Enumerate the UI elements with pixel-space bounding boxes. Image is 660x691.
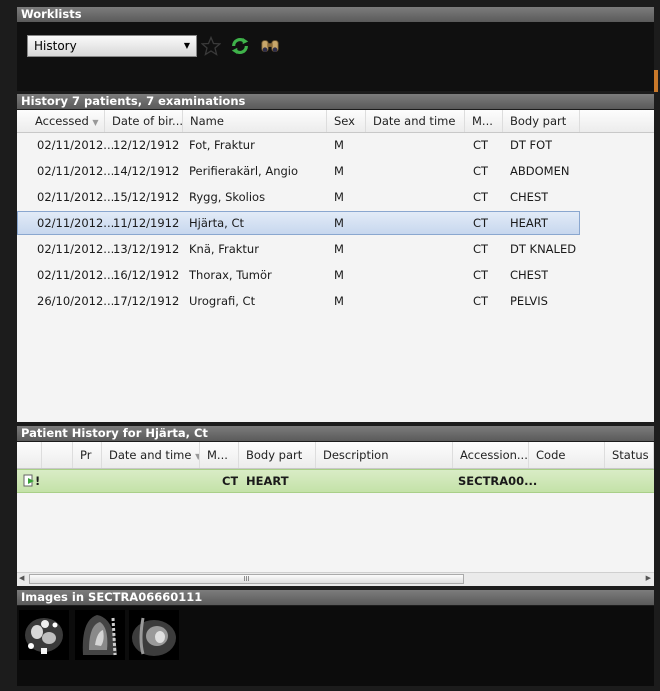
column-name[interactable]: Name: [184, 110, 327, 132]
history-row[interactable]: 02/11/2012... 16/12/1912 Thorax, Tumör M CT C…: [17, 263, 580, 287]
cell-name: Knä, Fraktur: [189, 242, 259, 256]
patient-history-header-row: Pr Date and time ▼ M... Body part Descri…: [17, 442, 654, 469]
cell-name: Rygg, Skolios: [189, 190, 266, 204]
cell-body-part: DT KNALED: [510, 242, 577, 256]
scroll-left-icon[interactable]: ◀: [19, 574, 24, 582]
cell-modality: CT: [473, 138, 489, 152]
cell-dob: 14/12/1912: [113, 164, 180, 178]
column-body-part[interactable]: Body part: [504, 110, 580, 132]
cell-accessed: 02/11/2012...: [37, 190, 115, 204]
refresh-icon[interactable]: [230, 36, 250, 56]
cell-body-part: CHEST: [510, 268, 549, 282]
cell-sex: M: [334, 216, 344, 230]
cell-body-part: CHEST: [510, 190, 549, 204]
scrollbar-thumb[interactable]: III: [29, 574, 464, 584]
thumbnail-ct-heart-coronal[interactable]: [129, 610, 179, 660]
cell-dob: 11/12/1912: [113, 216, 180, 230]
cell-accessed: 26/10/2012...: [37, 294, 115, 308]
column-date-time[interactable]: Date and time: [367, 110, 465, 132]
cell-accessed: 02/11/2012...: [37, 138, 115, 152]
cell-body-part: DT FOT: [510, 138, 553, 152]
ph-body-part: HEART: [246, 474, 289, 488]
patient-history-title: Patient History for Hjärta, Ct: [17, 426, 654, 441]
history-list: Accessed ▼ Date of bir... Name Sex Date …: [17, 110, 654, 422]
cell-dob: 13/12/1912: [113, 242, 180, 256]
binoculars-icon[interactable]: [260, 36, 280, 56]
column-dob[interactable]: Date of bir...: [106, 110, 183, 132]
images-panel: [17, 606, 654, 686]
cell-dob: 16/12/1912: [113, 268, 180, 282]
star-icon[interactable]: [201, 36, 221, 56]
cell-body-part: HEART: [510, 216, 548, 230]
cell-accessed: 02/11/2012...: [37, 268, 115, 282]
column-ph-date-time[interactable]: Date and time ▼: [103, 442, 200, 468]
worklists-panel: Worklists History ▼: [17, 7, 654, 91]
priority-flag: !: [35, 474, 41, 488]
history-header-row: Accessed ▼ Date of bir... Name Sex Date …: [17, 110, 654, 133]
cell-sex: M: [334, 294, 344, 308]
history-row[interactable]: 02/11/2012... 14/12/1912 Perifierakärl, An…: [17, 159, 580, 183]
history-row[interactable]: 02/11/2012... 15/12/1912 Rygg, Skolios M CT C…: [17, 185, 580, 209]
worklists-title: Worklists: [17, 7, 654, 22]
cell-modality: CT: [473, 242, 489, 256]
column-empty[interactable]: [43, 442, 73, 468]
ph-accession: SECTRA00...: [458, 474, 538, 488]
history-row[interactable]: 02/11/2012... 11/12/1912 Hjärta, Ct M CT HEAR…: [17, 211, 580, 235]
column-ph-body-part[interactable]: Body part: [240, 442, 316, 468]
cell-sex: M: [334, 138, 344, 152]
cell-dob: 17/12/1912: [113, 294, 180, 308]
history-row[interactable]: 02/11/2012... 12/12/1912 Fot, Fraktur M CT DT…: [17, 133, 580, 157]
history-row[interactable]: 02/11/2012... 13/12/1912 Knä, Fraktur M CT DT…: [17, 237, 580, 261]
cell-name: Hjärta, Ct: [189, 216, 245, 230]
ph-modality: CT: [222, 474, 239, 488]
cell-name: Urografi, Ct: [189, 294, 256, 308]
horizontal-scrollbar[interactable]: ◀ III ▶: [17, 572, 654, 586]
cell-sex: M: [334, 190, 344, 204]
column-modality[interactable]: M...: [466, 110, 503, 132]
cell-dob: 15/12/1912: [113, 190, 180, 204]
history-title: History 7 patients, 7 examinations: [17, 94, 654, 109]
cell-accessed: 02/11/2012...: [37, 242, 115, 256]
cell-name: Perifierakärl, Angio: [189, 164, 299, 178]
patient-history-row[interactable]: ! CT HEART SECTRA00...: [17, 469, 654, 493]
column-code[interactable]: Code: [530, 442, 605, 468]
sort-desc-icon: ▼: [92, 118, 99, 127]
thumbnail-ct-heart-sagittal[interactable]: [75, 610, 125, 660]
cell-modality: CT: [473, 216, 489, 230]
column-status-icon[interactable]: [17, 442, 42, 468]
exam-status-icon: [23, 474, 35, 491]
cell-accessed: 02/11/2012...: [37, 164, 115, 178]
cell-sex: M: [334, 268, 344, 282]
cell-modality: CT: [473, 294, 489, 308]
cell-sex: M: [334, 242, 344, 256]
worklist-select-value: History: [34, 39, 77, 53]
patient-history-list: Pr Date and time ▼ M... Body part Descri…: [17, 442, 654, 586]
worklist-select[interactable]: History ▼: [27, 35, 197, 57]
column-accession[interactable]: Accession...: [454, 442, 529, 468]
cell-accessed: 02/11/2012...: [37, 216, 115, 230]
resize-handle[interactable]: [654, 70, 658, 92]
cell-sex: M: [334, 164, 344, 178]
cell-dob: 12/12/1912: [113, 138, 180, 152]
cell-body-part: PELVIS: [510, 294, 548, 308]
column-sex[interactable]: Sex: [328, 110, 366, 132]
column-priority[interactable]: Pr: [74, 442, 102, 468]
cell-modality: CT: [473, 268, 489, 282]
chevron-down-icon: ▼: [183, 41, 190, 50]
images-title: Images in SECTRA06660111: [17, 590, 654, 605]
scroll-right-icon[interactable]: ▶: [646, 574, 651, 582]
column-accessed[interactable]: Accessed ▼: [29, 110, 105, 132]
sort-desc-icon: ▼: [195, 452, 199, 461]
cell-modality: CT: [473, 164, 489, 178]
cell-modality: CT: [473, 190, 489, 204]
cell-body-part: ABDOMEN: [510, 164, 570, 178]
thumbnail-ct-heart-axial[interactable]: [19, 610, 69, 660]
cell-name: Thorax, Tumör: [189, 268, 272, 282]
column-ph-modality[interactable]: M...: [201, 442, 239, 468]
cell-name: Fot, Fraktur: [189, 138, 255, 152]
column-description[interactable]: Description: [317, 442, 453, 468]
history-row[interactable]: 26/10/2012... 17/12/1912 Urografi, Ct M CT PE…: [17, 289, 580, 313]
column-status[interactable]: Status: [606, 442, 654, 468]
